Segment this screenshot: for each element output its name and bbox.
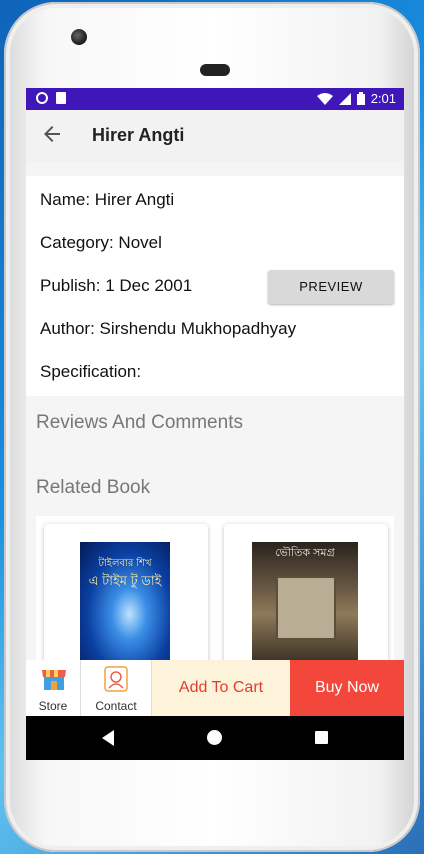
front-camera [71,29,87,45]
app-bar: Hirer Angti [26,110,404,162]
bottom-action-bar: Store Contact Add To Cart Buy Now [26,660,404,716]
nav-back-icon[interactable] [102,730,114,746]
cover-title: ভৌতিক সমগ্র [275,547,335,559]
store-label: Store [38,699,68,713]
signal-icon [338,92,351,105]
book-author: Author: Sirshendu Mukhopadhyay [40,319,297,338]
book-cover-image: টাইলবার শিখ এ টাইম টু ডাই [80,542,170,662]
system-nav-bar [26,716,404,760]
contact-icon [104,666,128,692]
book-cover-image: ভৌতিক সমগ্র [252,542,358,662]
nav-home-icon[interactable] [207,730,222,745]
sd-card-icon [56,92,66,104]
store-icon [42,670,66,690]
nav-recents-icon[interactable] [315,731,328,744]
contact-label: Contact [95,699,137,713]
status-bar: 2:01 [26,88,404,110]
related-section-title: Related Book [36,477,151,498]
phone-frame: 2:01 Hirer Angti Name: Hirer Angti Categ… [4,2,420,852]
app-screen: 2:01 Hirer Angti Name: Hirer Angti Categ… [26,88,404,760]
add-to-cart-button[interactable]: Add To Cart [152,660,290,716]
book-category: Category: Novel [40,233,162,252]
page-title: Hirer Angti [92,125,185,145]
status-time: 2:01 [370,91,396,106]
related-books-list: টাইলবার শিখ এ টাইম টু ডাই ভৌতিক সমগ্র [36,516,394,684]
battery-icon [356,92,365,105]
notification-dot-icon [36,92,48,104]
cover-title: এ টাইম টু ডাই [88,573,162,588]
store-tab[interactable]: Store [26,660,81,716]
buy-now-button[interactable]: Buy Now [290,660,404,716]
earpiece-speaker [200,64,230,76]
contact-tab[interactable]: Contact [81,660,152,716]
preview-button[interactable]: PREVIEW [268,270,394,304]
cover-top-text: টাইলবার শিখ [98,558,152,569]
specification-label: Specification: [40,362,142,381]
book-publish-date: Publish: 1 Dec 2001 [40,276,193,295]
wifi-icon [316,92,333,105]
cover-house-illustration [276,576,336,640]
back-arrow-icon[interactable] [40,122,64,146]
reviews-section-title: Reviews And Comments [36,412,243,433]
book-name: Name: Hirer Angti [40,190,175,209]
